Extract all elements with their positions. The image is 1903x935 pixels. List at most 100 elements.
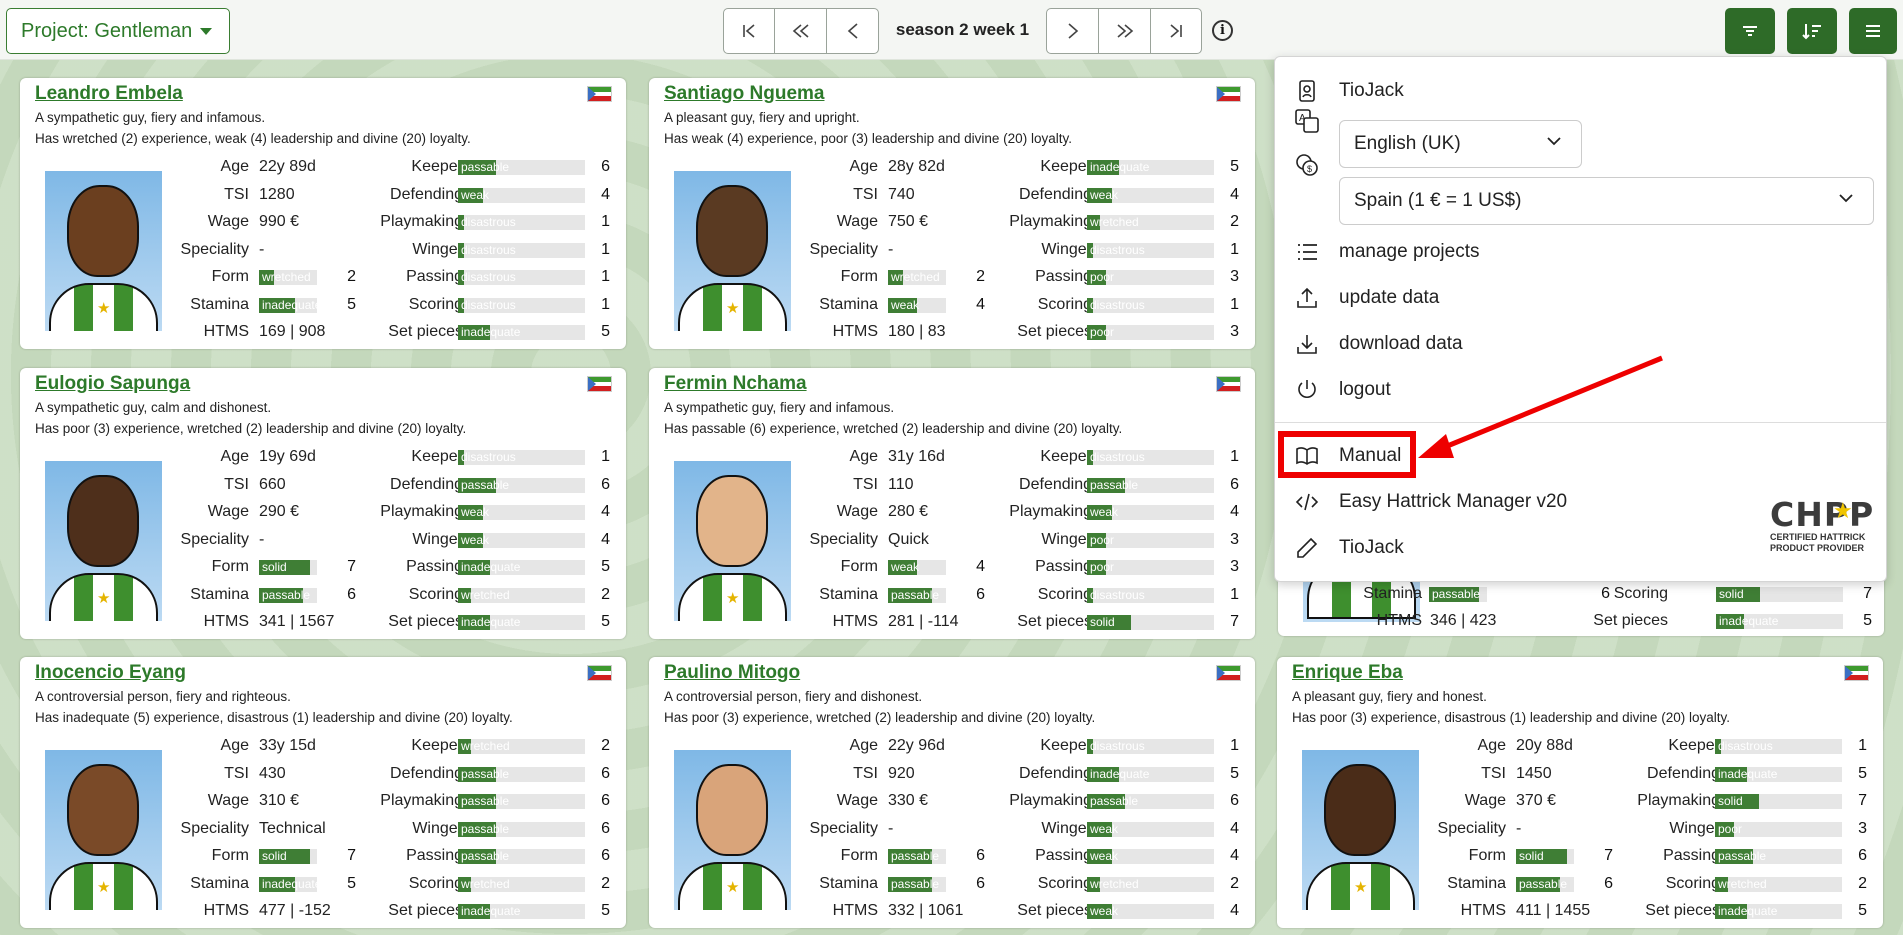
winger-bar: weak (458, 532, 585, 548)
player-personality: A sympathetic guy, fiery and infamous. (35, 110, 266, 125)
wage-value: 310 € (259, 792, 300, 809)
player-experience: Has weak (4) experience, poor (3) leader… (664, 131, 1072, 146)
player-name-link[interactable]: Leandro Embela (35, 83, 183, 105)
passing-value: 5 (601, 558, 610, 575)
tsi-value: 1450 (1516, 764, 1552, 782)
scoring-label: Scoring (1037, 874, 1092, 892)
passing-label: Passing (1035, 558, 1092, 575)
player-name-link[interactable]: Paulino Mitogo (664, 662, 800, 684)
next-week-button[interactable] (1046, 8, 1099, 54)
defending-label: Defending (390, 475, 463, 493)
player-personality: A controversial person, fiery and dishon… (664, 689, 923, 704)
first-week-button[interactable] (723, 8, 775, 54)
player-experience: Has inadequate (5) experience, disastrou… (35, 710, 513, 725)
wage-value: 990 € (259, 213, 300, 230)
skip-end-icon (1170, 24, 1182, 38)
set_pieces-label: Set pieces (1017, 613, 1092, 630)
chevron-left-icon (847, 23, 858, 39)
scoring-label: Scoring (1613, 585, 1668, 602)
stamina-bar: passable (259, 587, 317, 603)
wage-label: Wage (207, 792, 249, 809)
info-icon[interactable]: i (1212, 20, 1233, 41)
manage-projects-label: manage projects (1339, 241, 1480, 262)
logout-item[interactable]: logout (1275, 370, 1886, 410)
passing-label: Passing (406, 847, 463, 864)
upload-icon (1297, 287, 1317, 308)
player-experience: Has poor (3) experience, wretched (2) le… (664, 710, 1096, 725)
htms-value: 180 | 83 (888, 323, 946, 340)
language-select[interactable]: English (UK) (1339, 120, 1582, 168)
speciality-label: Speciality (809, 240, 878, 258)
wage-label: Wage (1464, 792, 1506, 809)
project-selector[interactable]: Project: Gentleman (6, 8, 230, 54)
form-bar: solid (259, 849, 317, 864)
age-label: Age (1477, 737, 1506, 754)
keeper-label: Keeper (1040, 158, 1092, 175)
playmaking-label: Playmaking (1009, 213, 1092, 230)
tsi-value: 920 (888, 764, 915, 782)
wage-value: 750 € (888, 213, 929, 230)
forward-many-button[interactable] (1098, 8, 1151, 54)
filter-button[interactable] (1725, 8, 1775, 54)
logout-label: logout (1339, 379, 1391, 400)
set_pieces-value: 5 (601, 613, 610, 630)
list-icon (1298, 244, 1317, 260)
passing-bar: poor (1087, 560, 1214, 575)
currency-select[interactable]: Spain (1 € = 1 US$) (1339, 177, 1874, 225)
player-name-link[interactable]: Santiago Nguema (664, 83, 824, 105)
player-card: Inocencio Eyang A controversial person, f… (20, 657, 626, 928)
manage-projects-item[interactable]: manage projects (1275, 232, 1886, 272)
passing-bar: disastrous (458, 270, 585, 285)
form-label: Form (211, 847, 249, 864)
passing-value: 6 (1858, 847, 1867, 864)
update-data-item[interactable]: update data (1275, 278, 1886, 318)
stamina-bar: inadequate (259, 297, 317, 313)
wage-label: Wage (836, 792, 878, 809)
app-version-label: Easy Hattrick Manager v20 (1339, 491, 1568, 512)
keeper-value: 1 (1858, 737, 1867, 754)
download-data-item[interactable]: download data (1275, 324, 1886, 364)
playmaking-label: Playmaking (1637, 792, 1720, 809)
keeper-bar: inadequate (1087, 160, 1214, 175)
htms-label: HTMS (832, 902, 878, 919)
player-name-link[interactable]: Inocencio Eyang (35, 662, 186, 684)
menu-user[interactable]: TioJack (1275, 71, 1886, 111)
htms-label: HTMS (203, 323, 249, 340)
back-many-button[interactable] (774, 8, 827, 54)
previous-week-button[interactable] (826, 8, 879, 54)
sort-button[interactable] (1787, 8, 1837, 54)
form-bar: wretched (259, 270, 317, 285)
player-name-link[interactable]: Eulogio Sapunga (35, 373, 190, 395)
set_pieces-bar: poor (1087, 325, 1214, 340)
speciality-value: - (259, 530, 265, 548)
keeper-value: 1 (1230, 737, 1239, 754)
tsi-label: TSI (224, 185, 249, 203)
player-name-link[interactable]: Enrique Eba (1292, 662, 1403, 684)
menu-button[interactable] (1849, 8, 1897, 54)
stamina-bar: inadequate (259, 876, 317, 892)
playmaking-value: 7 (1858, 792, 1867, 809)
wage-value: 370 € (1516, 792, 1557, 809)
player-card: Eulogio Sapunga A sympathetic guy, calm a… (20, 368, 626, 639)
double-chevron-left-icon (792, 24, 809, 38)
player-name-link[interactable]: Fermin Nchama (664, 373, 807, 395)
player-experience: Has poor (3) experience, disastrous (1) … (1292, 710, 1730, 725)
htms-value: 346 | 423 (1430, 612, 1497, 629)
set_pieces-label: Set pieces (1017, 902, 1092, 919)
speciality-label: Speciality (180, 530, 249, 548)
passing-value: 3 (1230, 558, 1239, 575)
speciality-label: Speciality (1437, 819, 1506, 837)
filter-icon (1743, 26, 1757, 36)
winger-label: Winger (412, 819, 463, 837)
passing-bar: poor (1087, 270, 1214, 285)
defending-bar: passable (458, 766, 585, 782)
keeper-label: Keeper (411, 448, 463, 465)
set_pieces-label: Set pieces (1017, 323, 1092, 340)
winger-label: Winger (412, 530, 463, 548)
playmaking-bar: passable (458, 794, 585, 809)
htms-value: 169 | 908 (259, 323, 326, 340)
speciality-value: - (888, 240, 894, 258)
last-week-button[interactable] (1150, 8, 1202, 54)
author-label: TioJack (1339, 537, 1404, 558)
scoring-bar: disastrous (458, 297, 585, 313)
